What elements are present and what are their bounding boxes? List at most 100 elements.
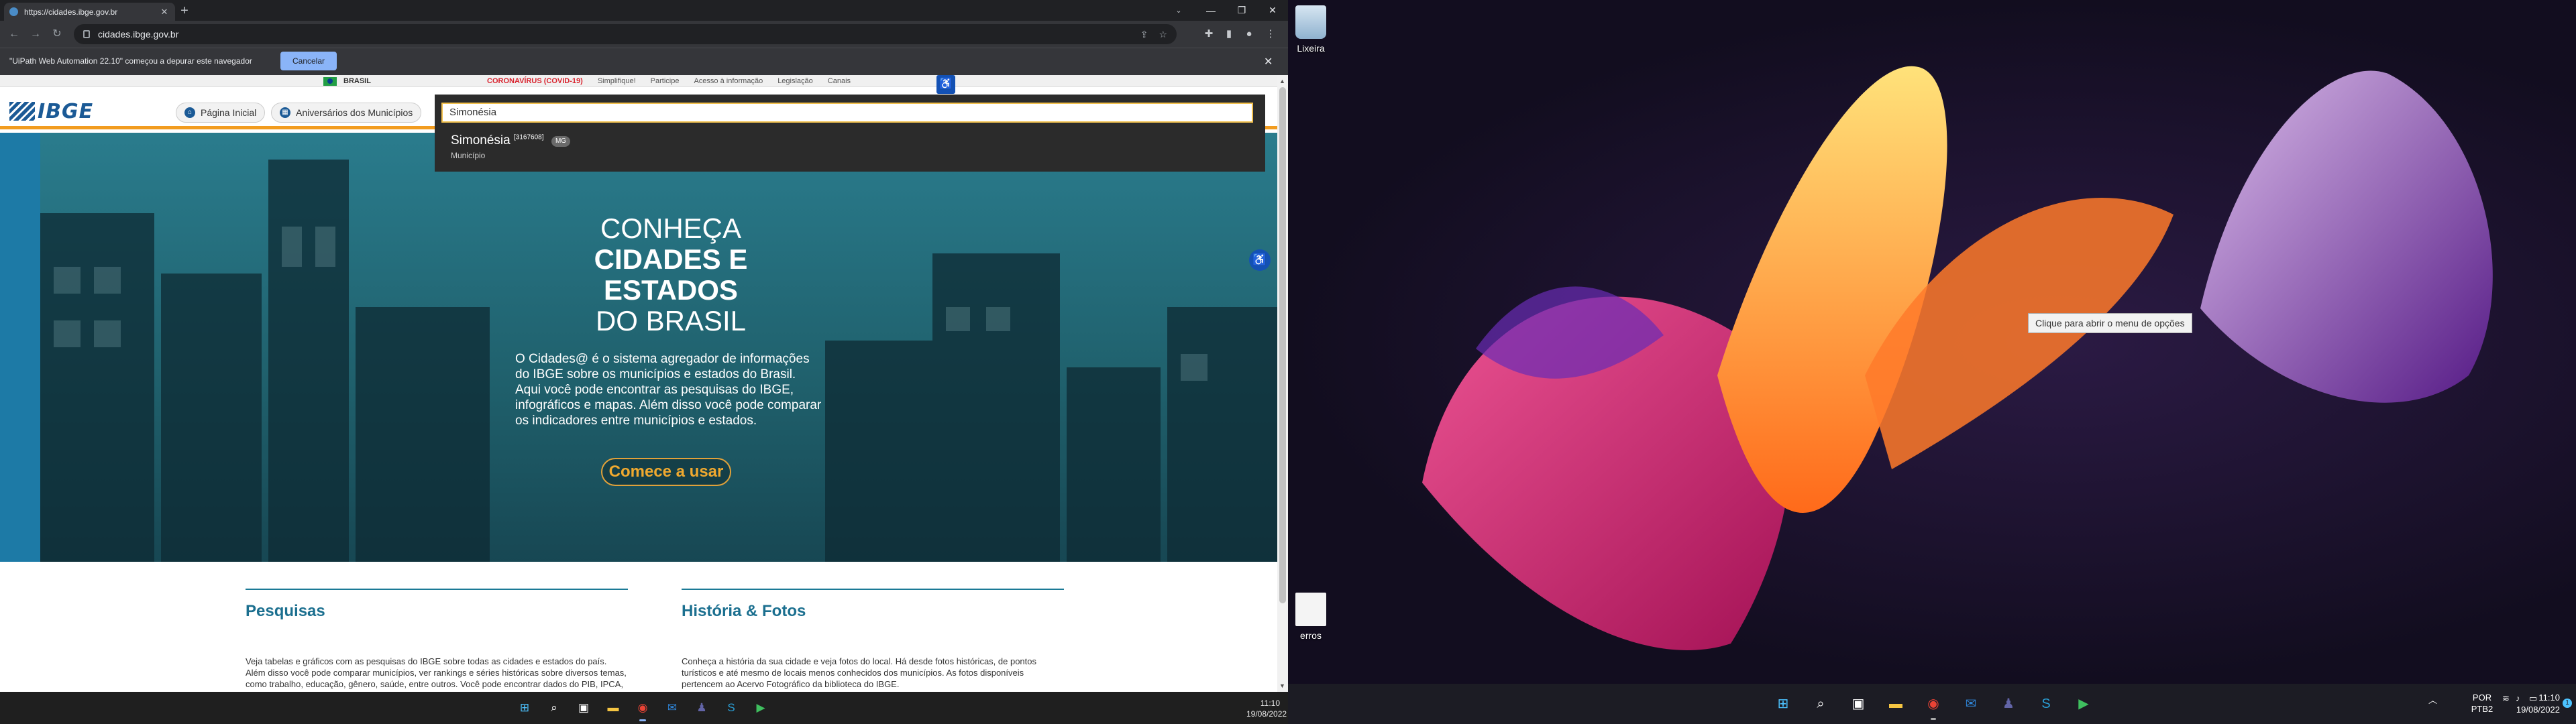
web-page: BRASIL CORONAVÍRUS (COVID-19) Simplifiqu…	[0, 75, 1277, 692]
options-tooltip: Clique para abrir o menu de opções	[2028, 313, 2192, 333]
calendar-icon: ▦	[280, 107, 290, 118]
task-view-icon[interactable]: ▣	[1847, 693, 1869, 715]
reload-button[interactable]: ↻	[48, 26, 66, 42]
desktop-wallpaper[interactable]: Lixeira erros Clique para abrir o menu d…	[1288, 0, 2576, 684]
section-pesquisas[interactable]: Pesquisas Veja tabelas e gráficos com as…	[246, 589, 628, 692]
language-line2: PTB2	[2471, 704, 2493, 714]
uipath-studio-icon[interactable]: S	[722, 699, 741, 717]
favicon-icon	[9, 7, 18, 16]
share-icon[interactable]: ⇪	[1140, 29, 1148, 40]
gov-link-legislacao[interactable]: Legislação	[777, 77, 813, 85]
start-icon[interactable]: ⊞	[515, 699, 534, 717]
puzzle-icon[interactable]: ✚	[1201, 27, 1217, 42]
left-clock-date: 19/08/2022	[1246, 709, 1287, 719]
city-search-input[interactable]: Simonésia	[441, 103, 1253, 123]
search-suggestion[interactable]: Simonésia [3167608]	[451, 133, 544, 148]
address-bar[interactable]: cidades.ibge.gov.br ⇪ ☆	[74, 24, 1177, 44]
file-explorer-icon[interactable]: ▬	[604, 699, 623, 717]
left-monitor: https://cidades.ibge.gov.br ✕ + ⌄ — ❐ ✕ …	[0, 0, 1288, 724]
lock-icon	[83, 30, 90, 38]
restore-button[interactable]: ❐	[1226, 0, 1257, 21]
new-tab-button[interactable]: +	[176, 3, 193, 19]
suggestion-uf-badge: MG	[551, 136, 570, 147]
scroll-up-icon[interactable]: ▲	[1279, 78, 1285, 84]
browser-tab-strip: https://cidades.ibge.gov.br ✕ + ⌄ — ❐ ✕	[0, 0, 1288, 21]
accessibility-float-icon[interactable]: ♿	[1249, 249, 1271, 271]
star-icon[interactable]: ☆	[1159, 29, 1167, 40]
battery-icon[interactable]: ▭	[2529, 693, 2537, 704]
debug-infobar: "UiPath Web Automation 22.10" começou a …	[0, 48, 1288, 75]
taskbar-search-icon[interactable]: ⌕	[545, 699, 564, 717]
file-explorer-icon[interactable]: ▬	[1885, 693, 1907, 715]
uipath-assistant-icon[interactable]: ▶	[751, 699, 770, 717]
wifi-icon[interactable]: ≋	[2502, 693, 2510, 704]
home-button-label: Página Inicial	[201, 107, 257, 118]
close-infobar-icon[interactable]: ✕	[1264, 55, 1273, 68]
cancel-debug-button[interactable]: Cancelar	[280, 52, 337, 70]
teams-icon[interactable]: ♟	[1998, 693, 2019, 715]
tab-search-icon[interactable]: ⌄	[1171, 4, 1186, 17]
right-clock-time: 11:10	[2538, 692, 2560, 703]
anniversaries-button[interactable]: ▦ Aniversários dos Municípios	[271, 103, 422, 123]
close-tab-icon[interactable]: ✕	[159, 7, 170, 17]
info-sections: Pesquisas Veja tabelas e gráficos com as…	[0, 562, 1277, 692]
left-clock[interactable]: 11:10 19/08/2022	[1246, 698, 1287, 719]
recycle-bin[interactable]: Lixeira	[1288, 5, 1338, 54]
browser-toolbar: ← → ↻ cidades.ibge.gov.br ⇪ ☆ ✚ ▮ ● ⋮	[0, 21, 1288, 48]
home-icon: ⌂	[184, 107, 195, 118]
home-button[interactable]: ⌂ Página Inicial	[176, 103, 266, 123]
section-pesquisas-text: Veja tabelas e gráficos com as pesquisas…	[246, 656, 627, 692]
desktop-file-label: erros	[1300, 630, 1322, 641]
kebab-menu-icon[interactable]: ⋮	[1263, 27, 1279, 42]
page-scrollbar[interactable]: ▲ ▼	[1277, 75, 1288, 692]
chrome-icon[interactable]: ◉	[633, 699, 652, 721]
desktop-file[interactable]: erros	[1288, 593, 1338, 641]
right-clock-date: 19/08/2022	[2516, 705, 2560, 715]
close-window-button[interactable]: ✕	[1257, 0, 1288, 21]
profile-icon[interactable]: ●	[1241, 27, 1257, 42]
notification-badge[interactable]: 1	[2563, 699, 2572, 708]
gov-brasil-link[interactable]: BRASIL	[343, 77, 371, 85]
uipath-assistant-icon[interactable]: ▶	[2073, 693, 2094, 715]
mail-icon[interactable]: ✉	[663, 699, 682, 717]
taskbar-search-icon[interactable]: ⌕	[1810, 693, 1831, 715]
brazil-flag-icon	[323, 77, 337, 86]
gov-links: CORONAVÍRUS (COVID-19) Simplifique! Part…	[487, 77, 865, 85]
accessibility-icon[interactable]: ♿	[936, 75, 955, 94]
tray-chevron-icon[interactable]: ︿	[2428, 693, 2437, 706]
sidebar-icon[interactable]: ▮	[1221, 27, 1237, 42]
wallpaper-art	[1422, 66, 2493, 650]
tab-title: https://cidades.ibge.gov.br	[24, 7, 118, 17]
file-icon	[1295, 593, 1326, 626]
gov-link-participe[interactable]: Participe	[651, 77, 680, 85]
minimize-button[interactable]: —	[1195, 0, 1226, 21]
hero-left-band	[0, 133, 40, 562]
uipath-studio-icon[interactable]: S	[2035, 693, 2057, 715]
url-text: cidades.ibge.gov.br	[98, 29, 179, 40]
search-panel: Simonésia Simonésia [3167608] MG Municíp…	[435, 95, 1265, 172]
section-historia[interactable]: História & Fotos Conheça a história da s…	[682, 589, 1064, 690]
gov-link-covid[interactable]: CORONAVÍRUS (COVID-19)	[487, 77, 583, 85]
mail-icon[interactable]: ✉	[1960, 693, 1982, 715]
suggestion-type: Município	[451, 151, 486, 160]
teams-icon[interactable]: ♟	[692, 699, 711, 717]
task-view-icon[interactable]: ▣	[574, 699, 593, 717]
back-button[interactable]: ←	[5, 26, 23, 42]
scroll-thumb[interactable]	[1279, 87, 1286, 603]
gov-link-canais[interactable]: Canais	[828, 77, 851, 85]
hero-banner: CONHEÇA CIDADES E ESTADOS DO BRASIL O Ci…	[0, 133, 1277, 562]
chrome-icon[interactable]: ◉	[1923, 693, 1944, 720]
start-icon[interactable]: ⊞	[1772, 693, 1794, 715]
volume-icon[interactable]: ♪	[2516, 693, 2520, 703]
left-taskbar: ⊞ ⌕ ▣ ▬ ◉ ✉ ♟ S ▶ 11:10 19/08/2022	[0, 692, 1288, 724]
scroll-down-icon[interactable]: ▼	[1279, 682, 1285, 689]
forward-button[interactable]: →	[27, 26, 44, 42]
gov-link-simplifique[interactable]: Simplifique!	[598, 77, 636, 85]
language-indicator[interactable]: POR PTB2	[2469, 692, 2496, 715]
start-button[interactable]: Comece a usar	[601, 458, 731, 486]
suggestion-code: [3167608]	[514, 133, 544, 141]
right-monitor: Lixeira erros Clique para abrir o menu d…	[1288, 0, 2576, 724]
gov-link-acesso[interactable]: Acesso à informação	[694, 77, 763, 85]
ibge-logo[interactable]: IBGE	[9, 100, 93, 123]
browser-tab[interactable]: https://cidades.ibge.gov.br ✕	[4, 3, 175, 21]
